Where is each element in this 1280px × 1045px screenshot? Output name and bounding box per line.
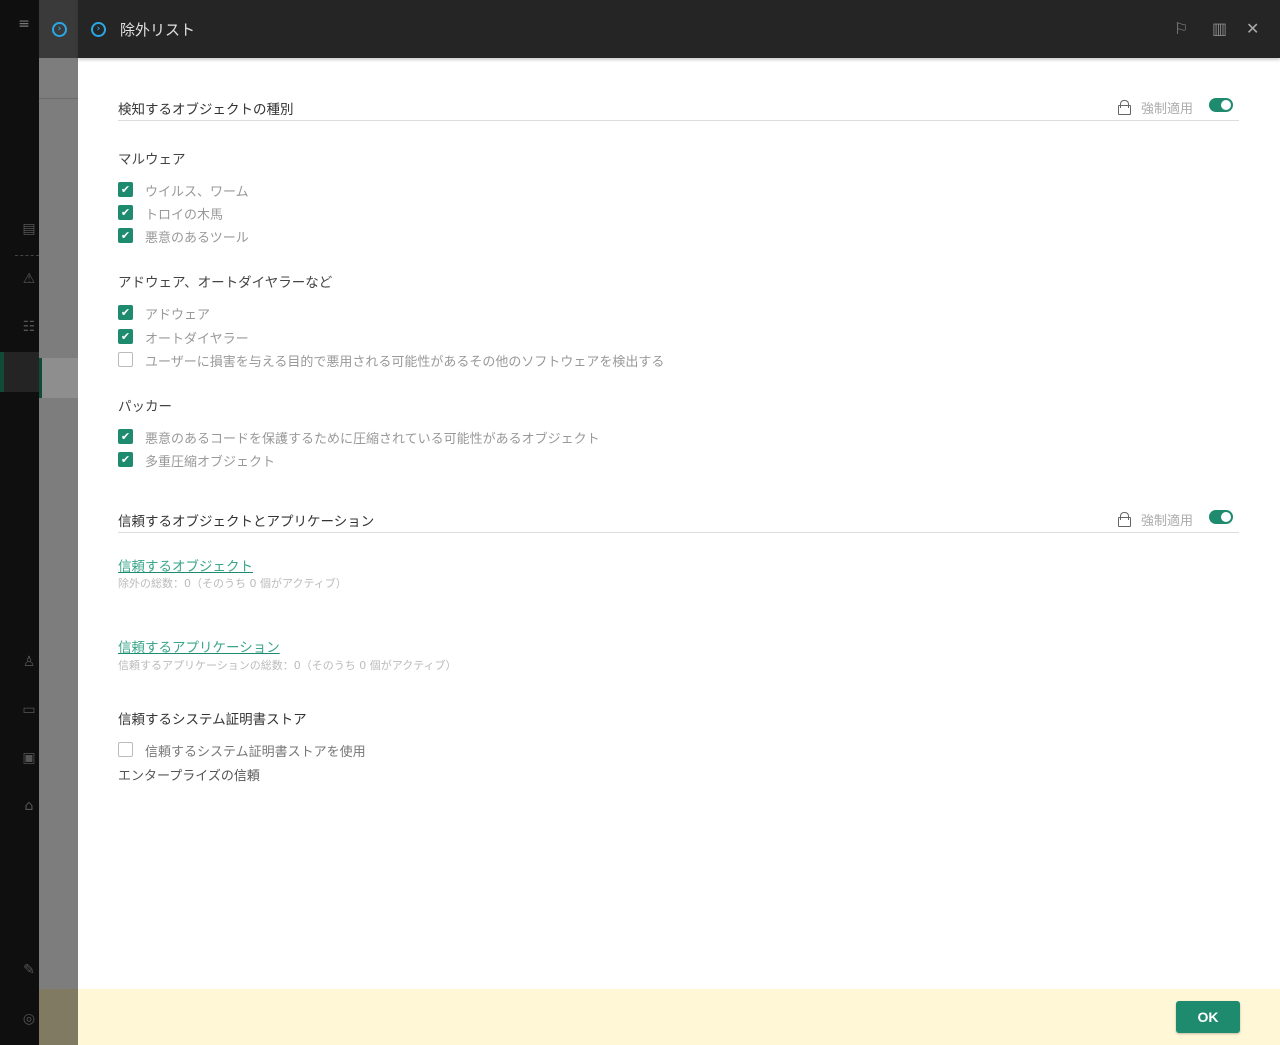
basket-icon[interactable]: ⌂ bbox=[20, 798, 38, 814]
back-arrow-icon[interactable]: › bbox=[91, 22, 106, 37]
group-title-packer: パッカー bbox=[118, 399, 172, 415]
menu-icon[interactable]: ≡ bbox=[15, 16, 33, 32]
wrench-icon[interactable]: ✎ bbox=[20, 962, 38, 978]
dialog-header: › 除外リスト ⚐ ▥ ✕ bbox=[78, 0, 1280, 58]
account-icon[interactable]: ◎ bbox=[20, 1011, 38, 1027]
enforce-toggle[interactable] bbox=[1209, 98, 1233, 112]
section-title: 検知するオブジェクトの種別 bbox=[118, 102, 294, 118]
trusted-objects-summary: 除外の総数：0（そのうち 0 個がアクティブ） bbox=[118, 577, 347, 590]
enforce-label: 強制適用 bbox=[1140, 514, 1193, 529]
nav-arrow-icon[interactable]: › bbox=[52, 22, 67, 37]
ok-button[interactable]: OK bbox=[1176, 1001, 1240, 1033]
enforce-toggle[interactable] bbox=[1209, 510, 1233, 524]
device-settings-icon[interactable]: ▭ bbox=[20, 702, 38, 718]
enforce-label: 強制適用 bbox=[1140, 102, 1193, 117]
sidebar-item-active[interactable] bbox=[0, 352, 39, 392]
dialog-title: 除外リスト bbox=[120, 21, 196, 39]
enterprise-trust-label: エンタープライズの信頼 bbox=[118, 769, 260, 784]
close-icon[interactable]: ✕ bbox=[1246, 19, 1259, 38]
book-icon[interactable]: ▥ bbox=[1212, 19, 1227, 38]
trusted-apps-link[interactable]: 信頼するアプリケーション bbox=[118, 636, 280, 656]
user-icon[interactable]: ♙ bbox=[20, 654, 38, 670]
section-title-cert: 信頼するシステム証明書ストア bbox=[118, 712, 307, 728]
monitor-icon[interactable]: ▣ bbox=[20, 750, 38, 766]
group-title-malware: マルウェア bbox=[118, 152, 186, 168]
flag-icon[interactable]: ⚐ bbox=[1174, 19, 1188, 38]
tree-icon[interactable]: ☷ bbox=[20, 319, 38, 335]
group-title-adware: アドウェア、オートダイヤラーなど bbox=[118, 275, 333, 291]
dialog-footer: OK bbox=[78, 989, 1280, 1045]
warning-icon[interactable]: ⚠ bbox=[20, 271, 38, 287]
section-object-types: 検知するオブジェクトの種別 強制適用 bbox=[118, 98, 1239, 121]
app-sidebar: ≡ ▤ ⚠ ☷ ♙ ▭ ▣ ⌂ ✎ ◎ bbox=[0, 0, 39, 1045]
trusted-apps-summary: 信頼するアプリケーションの総数：0（そのうち 0 個がアクティブ） bbox=[118, 659, 457, 672]
section-title: 信頼するオブジェクトとアプリケーション bbox=[118, 514, 375, 530]
section-trusted: 信頼するオブジェクトとアプリケーション 強制適用 bbox=[118, 510, 1239, 533]
list-icon[interactable]: ▤ bbox=[20, 221, 38, 237]
background-panel: › bbox=[39, 0, 78, 1045]
lock-icon bbox=[1118, 100, 1131, 115]
divider bbox=[15, 255, 39, 256]
lock-icon bbox=[1118, 512, 1131, 527]
trusted-objects-link[interactable]: 信頼するオブジェクト bbox=[118, 555, 253, 575]
